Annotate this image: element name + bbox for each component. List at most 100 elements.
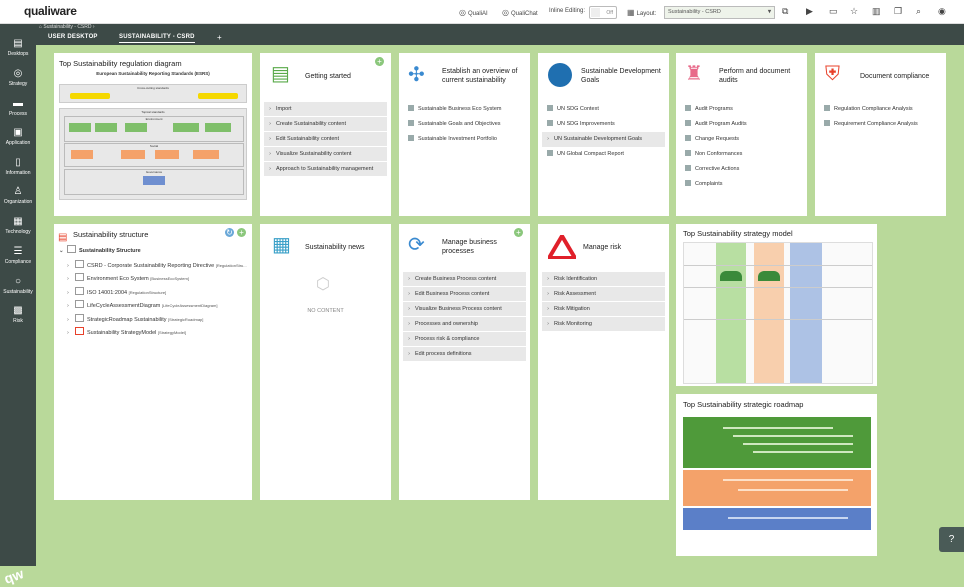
layout-select[interactable]: Sustainability - CSRD ▾ (664, 6, 775, 19)
strategy-model-card: Top Sustainability strategy model (676, 224, 877, 386)
list-item-global-compact[interactable]: UN Global Compact Report (542, 147, 665, 162)
list-item-non-conformances[interactable]: Non Conformances (680, 147, 803, 162)
refresh-button[interactable]: ↻ (225, 228, 234, 237)
menu-item-risk-identification[interactable]: › Risk Identification (542, 272, 665, 287)
list-item-change-requests[interactable]: Change Requests (680, 132, 803, 147)
menu-item-approach[interactable]: › Approach to Sustainability management (264, 162, 387, 177)
checklist-icon: ☰ (13, 246, 23, 257)
inline-editing-toggle[interactable]: Off (589, 6, 617, 19)
tree-row[interactable]: › LifeCycleAssessmentDiagram [LifeCycleAs… (59, 299, 249, 313)
sidebar-item-sustainability[interactable]: ○ Sustainability (0, 276, 36, 295)
menu-item-create-bp[interactable]: › Create Business Process content (403, 272, 526, 287)
model-icon (685, 165, 691, 171)
card-title: Top Sustainability regulation diagram (59, 59, 182, 68)
tab-sustainability-csrd[interactable]: SUSTAINABILITY - CSRD (119, 34, 195, 43)
sidebar-item-organization[interactable]: ♙ Organization (0, 186, 36, 205)
target-icon: ◎ (13, 68, 23, 79)
sidebar-item-desktops[interactable]: ▤ Desktops (0, 38, 36, 57)
list-item-eco-system[interactable]: Sustainable Business Eco System (403, 102, 526, 117)
card-title: Perform and document audits (719, 68, 791, 84)
sidebar-item-technology[interactable]: ▦ Technology (0, 216, 36, 235)
menu-item-edit-content[interactable]: › Edit Sustainability content (264, 132, 387, 147)
book-icon[interactable]: ▥ (872, 6, 881, 17)
menu-item-ownership[interactable]: › Processes and ownership (403, 317, 526, 332)
breadcrumb[interactable]: ⌂ Sustainability - CSRD › (39, 24, 95, 30)
model-icon (824, 120, 830, 126)
tree-row[interactable]: › CSRD - Corporate Sustainability Reporti… (59, 259, 249, 273)
add-tab-button[interactable]: + (217, 33, 222, 42)
card-title: Getting started (305, 73, 351, 80)
menu-item-risk-mitigation[interactable]: › Risk Mitigation (542, 302, 665, 317)
windows-icon[interactable]: ❐ (894, 6, 902, 17)
tree-root[interactable]: ⌄ Sustainability Structure (59, 245, 249, 259)
menu-item-visualize-content[interactable]: › Visualize Sustainability content (264, 147, 387, 162)
comment-icon[interactable]: ▭ (829, 6, 838, 17)
list-item-audit-programs[interactable]: Audit Programs (680, 102, 803, 117)
video-icon[interactable]: ▶ (806, 6, 813, 17)
chevron-right-icon: › (547, 291, 549, 297)
list-item-requirement-analysis[interactable]: Requirement Compliance Analysis (819, 117, 942, 132)
add-button[interactable]: + (237, 228, 246, 237)
menu-item-edit-definitions[interactable]: › Edit process definitions (403, 347, 526, 362)
card-title: Manage risk (583, 244, 622, 251)
menu-item-create-content[interactable]: › Create Sustainability content (264, 117, 387, 132)
menu-item-visualize-bp[interactable]: › Visualize Business Process content (403, 302, 526, 317)
model-icon (408, 120, 414, 126)
qualiai-button[interactable]: ◎ QualiAI (459, 8, 488, 17)
list-item-sdg-goals[interactable]: › UN Sustainable Development Goals (542, 132, 665, 147)
tree-row[interactable]: › ISO 14001:2004 [RegulationStructure] (59, 286, 249, 300)
process-cycle-icon: ⟳ (408, 234, 425, 256)
list-item-goals[interactable]: Sustainable Goals and Objectives (403, 117, 526, 132)
search-icon[interactable]: ⌕ (916, 6, 921, 17)
model-icon (685, 105, 691, 111)
list-item-regulation-analysis[interactable]: Regulation Compliance Analysis (819, 102, 942, 117)
list-item-sdg-context[interactable]: UN SDG Context (542, 102, 665, 117)
user-icon[interactable]: ◉ (938, 6, 946, 17)
compliance-list: Regulation Compliance Analysis Requireme… (819, 102, 942, 132)
list-item-audit-program-audits[interactable]: Audit Program Audits (680, 117, 803, 132)
chevron-right-icon: › (269, 136, 271, 142)
model-icon (75, 313, 84, 322)
model-icon (685, 120, 691, 126)
warning-icon (548, 235, 576, 259)
chip-icon: ▦ (13, 216, 23, 227)
menu-item-risk-assessment[interactable]: › Risk Assessment (542, 287, 665, 302)
list-item-sdg-improvements[interactable]: UN SDG Improvements (542, 117, 665, 132)
tree-row[interactable]: › Sustainability StrategyModel [StrategyM… (59, 326, 249, 340)
strategy-model-diagram[interactable] (683, 242, 873, 384)
menu-item-risk-monitoring[interactable]: › Risk Monitoring (542, 317, 665, 332)
menu-item-edit-bp[interactable]: › Edit Business Process content (403, 287, 526, 302)
chevron-down-icon: ▾ (767, 9, 771, 15)
sidebar-item-information[interactable]: ▯ Information (0, 157, 36, 176)
copy-layout-icon[interactable]: ⧉ (782, 6, 788, 17)
sidebar-item-risk[interactable]: ▩ Risk (0, 305, 36, 324)
grid-icon: ▩ (13, 305, 23, 316)
star-icon[interactable]: ☆ (850, 6, 858, 17)
chevron-right-icon: › (67, 330, 69, 336)
qualichat-button[interactable]: ◎ QualiChat (502, 8, 538, 17)
sidebar-item-process[interactable]: ▬ Process (0, 98, 36, 117)
sidebar-item-compliance[interactable]: ☰ Compliance (0, 246, 36, 265)
help-button[interactable]: ? (939, 527, 964, 552)
chevron-right-icon: › (408, 321, 410, 327)
regulation-diagram[interactable]: European Sustainability Reporting Standa… (59, 71, 247, 209)
sidebar-item-strategy[interactable]: ◎ Strategy (0, 68, 36, 87)
getting-started-card: ▤ + Getting started › Import › Create Sust… (260, 53, 391, 216)
menu-item-process-risk[interactable]: › Process risk & compliance (403, 332, 526, 347)
tab-user-desktop[interactable]: USER DESKTOP (48, 34, 98, 40)
menu-item-import[interactable]: › Import (264, 102, 387, 117)
list-item-investment[interactable]: Sustainable Investment Portfolio (403, 132, 526, 147)
tree-row[interactable]: › Environment Eco System [BusinessEcoSyst… (59, 272, 249, 286)
chevron-right-icon: › (67, 316, 69, 323)
sidebar-item-application[interactable]: ▣ Application (0, 127, 36, 146)
roadmap-diagram[interactable] (683, 417, 871, 532)
process-icon: ▬ (13, 98, 23, 109)
list-item-corrective-actions[interactable]: Corrective Actions (680, 162, 803, 177)
list-item-complaints[interactable]: Complaints (680, 177, 803, 192)
add-button[interactable]: + (375, 57, 384, 66)
chevron-right-icon: › (547, 306, 549, 312)
tree-row[interactable]: › StrategicRoadmap Sustainability [Strate… (59, 313, 249, 327)
top-bar: qualiware ◎ QualiAI ◎ QualiChat Inline Edi… (0, 0, 964, 24)
app-logo[interactable]: qualiware (24, 4, 77, 18)
add-button[interactable]: + (514, 228, 523, 237)
